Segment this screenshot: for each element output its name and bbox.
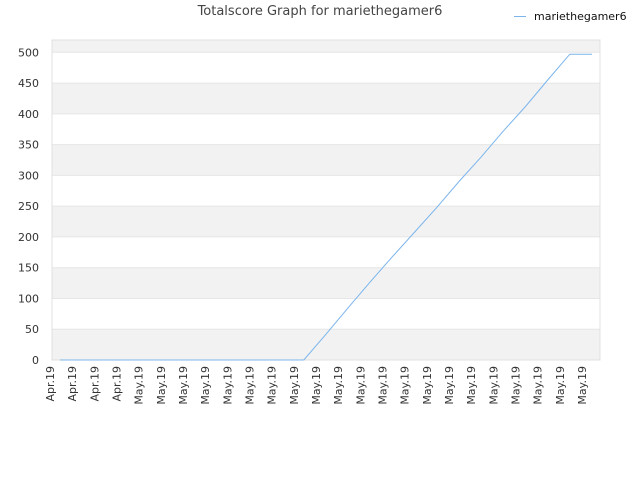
x-tick-label: Apr.19 <box>44 366 57 402</box>
y-tick-label: 500 <box>18 46 39 59</box>
y-tick-label: 400 <box>18 108 39 121</box>
y-tick-label: 250 <box>18 200 39 213</box>
x-tick-label: Apr.19 <box>88 366 101 402</box>
x-tick-label: May.19 <box>576 366 589 405</box>
x-tick-label: May.19 <box>443 366 456 405</box>
plot-band <box>52 40 600 53</box>
y-tick-label: 50 <box>25 323 39 336</box>
y-tick-label: 200 <box>18 231 39 244</box>
y-tick-label: 150 <box>18 262 39 275</box>
plot-band <box>52 206 600 237</box>
x-tick-label: May.19 <box>133 366 146 405</box>
y-tick-label: 300 <box>18 169 39 182</box>
x-tick-label: May.19 <box>465 366 478 405</box>
plot-band <box>52 144 600 176</box>
plot-band <box>52 267 600 299</box>
x-tick-label: May.19 <box>554 366 567 405</box>
x-tick-label: May.19 <box>487 366 500 405</box>
x-tick-label: May.19 <box>221 366 234 405</box>
x-tick-label: May.19 <box>399 366 412 405</box>
plot-bands <box>52 40 600 360</box>
y-tick-label: 450 <box>18 77 39 90</box>
plot-area: 050100150200250300350400450500 Apr.19 Apr… <box>18 39 601 405</box>
x-axis: Apr.19 Apr.19 Apr.19 Apr.19 May.19 May.19 May.… <box>44 366 589 405</box>
x-tick-label: May.19 <box>310 366 323 405</box>
x-tick-label: May.19 <box>354 366 367 405</box>
y-tick-label: 350 <box>18 139 39 152</box>
x-tick-label: May.19 <box>199 366 212 405</box>
x-tick-label: May.19 <box>155 366 168 405</box>
x-tick-label: May.19 <box>332 366 345 405</box>
y-axis: 0 50 100 150 200 250 300 350 400 450 500 <box>18 46 39 367</box>
x-tick-label: May.19 <box>421 366 434 405</box>
x-tick-label: May.19 <box>288 366 301 405</box>
x-tick-label: May.19 <box>266 366 279 405</box>
x-tick-label: May.19 <box>244 366 257 405</box>
x-tick-label: May.19 <box>177 366 190 405</box>
y-tick-label: 100 <box>18 292 39 305</box>
y-tick-label: 0 <box>32 354 39 367</box>
x-tick-label: May.19 <box>532 366 545 405</box>
x-tick-label: May.19 <box>510 366 523 405</box>
x-tick-label: Apr.19 <box>111 366 124 402</box>
x-tick-label: May.19 <box>377 366 390 405</box>
plot-band <box>52 83 600 114</box>
x-tick-label: Apr.19 <box>66 366 79 402</box>
